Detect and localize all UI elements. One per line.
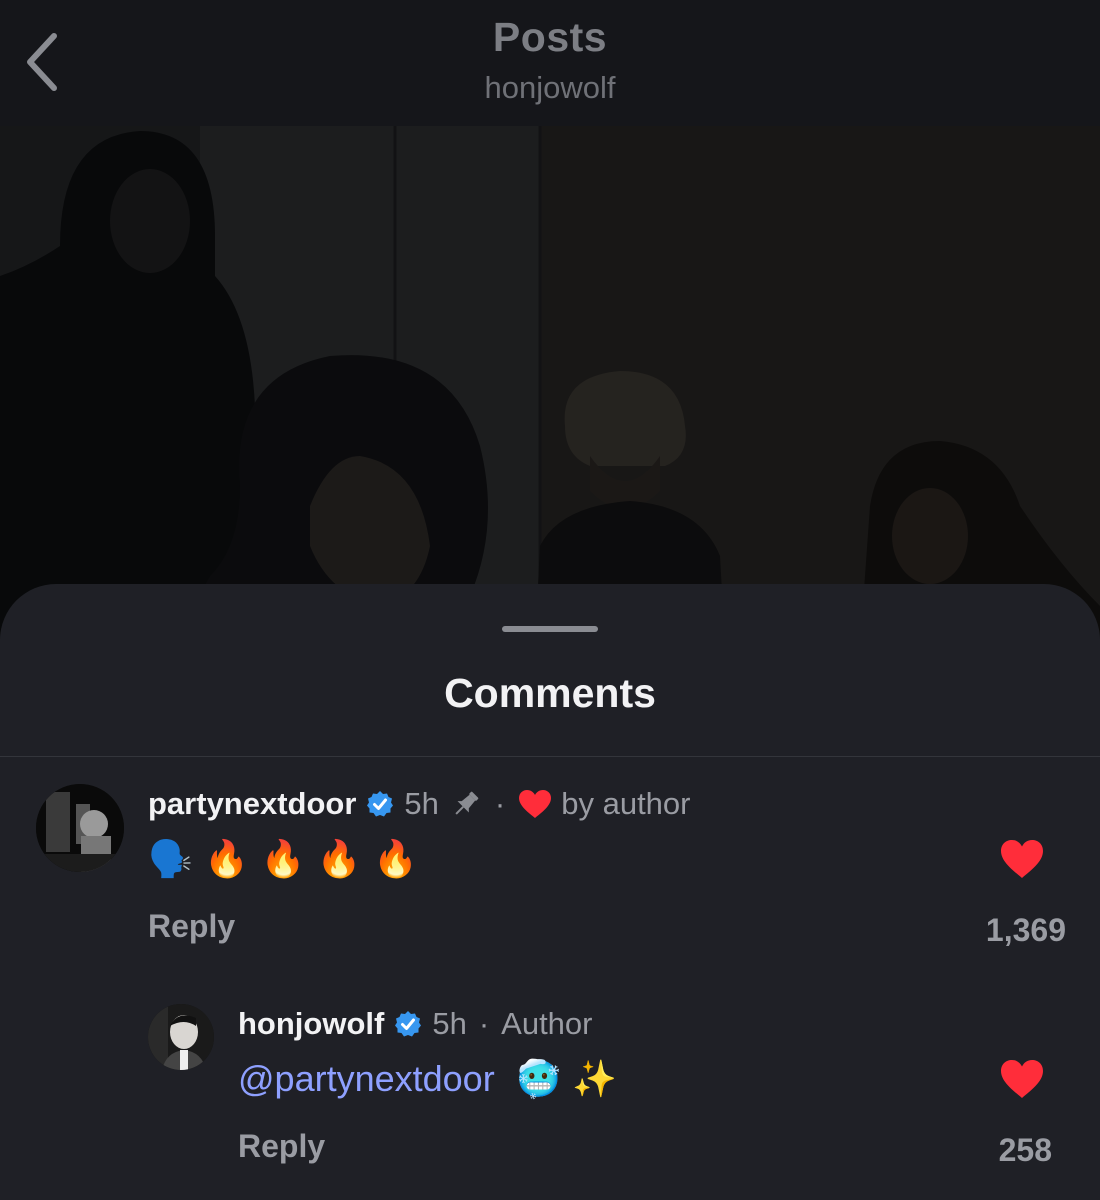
comment-emoji-text: 🥶 ✨ bbox=[516, 1059, 618, 1100]
reply-button[interactable]: Reply bbox=[238, 1128, 325, 1165]
like-count: 258 bbox=[998, 1132, 1052, 1168]
post-comments-screen: Posts honjowolf Comments partynextdoor 5… bbox=[0, 0, 1100, 1200]
mention-link[interactable]: @partynextdoor bbox=[238, 1058, 495, 1099]
avatar[interactable] bbox=[148, 1004, 214, 1070]
page-subtitle-username[interactable]: honjowolf bbox=[0, 70, 1100, 106]
post-image bbox=[0, 126, 1100, 646]
comment-text: @partynextdoor 🥶 ✨ bbox=[238, 1058, 617, 1100]
post-photo-illustration bbox=[0, 126, 1100, 646]
comments-sheet: Comments partynextdoor 5h · by author 🗣️… bbox=[0, 584, 1100, 1200]
avatar-image bbox=[148, 1004, 214, 1070]
comment-username[interactable]: honjowolf bbox=[238, 1006, 384, 1042]
reply-comment-item: honjowolf 5h · Author @partynextdoor 🥶 ✨… bbox=[0, 584, 1100, 1200]
comment-meta: honjowolf 5h · Author bbox=[238, 1006, 593, 1042]
top-bar: Posts honjowolf bbox=[0, 0, 1100, 126]
author-badge-label: Author bbox=[501, 1006, 593, 1041]
page-title: Posts bbox=[492, 14, 608, 60]
like-heart-icon[interactable] bbox=[999, 1058, 1045, 1100]
comment-timestamp: 5h bbox=[432, 1006, 467, 1041]
verified-badge-icon bbox=[395, 1011, 422, 1037]
meta-separator: · bbox=[478, 1006, 490, 1041]
